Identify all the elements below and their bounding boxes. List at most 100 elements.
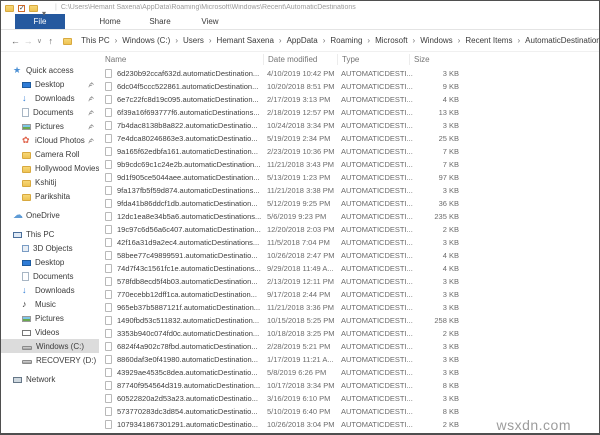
recent-locations-icon[interactable]: ∨ — [35, 37, 45, 45]
table-row[interactable]: 60522820a2d53a23.automaticDestinatio... 3… — [99, 392, 599, 405]
watermark: wsxdn.com — [496, 417, 571, 433]
table-row[interactable]: 74d7f43c1561fc1e.automaticDestinations..… — [99, 262, 599, 275]
column-header-type[interactable]: Type — [337, 54, 413, 65]
file-type: AUTOMATICDESTI... — [341, 134, 413, 143]
sidebar-item-windows-c[interactable]: Windows (C:) — [1, 339, 99, 353]
table-row[interactable]: 43929ae4535c8dea.automaticDestinatio... 5… — [99, 366, 599, 379]
breadcrumb-item[interactable]: Windows (C:) — [119, 36, 173, 45]
sidebar-item-hollywood-movies[interactable]: Hollywood Movies — [1, 161, 99, 175]
tab-view[interactable]: View — [185, 14, 235, 29]
table-row[interactable]: 6d230b92ccaf632d.automaticDestination...… — [99, 67, 599, 80]
breadcrumb-separator-icon[interactable]: › — [113, 36, 120, 45]
sidebar-item-3d-objects[interactable]: 3D Objects — [1, 241, 99, 255]
table-row[interactable]: 6dc04f5ccc522861.automaticDestination...… — [99, 80, 599, 93]
sidebar-item-camera-roll[interactable]: Camera Roll — [1, 147, 99, 161]
tab-home[interactable]: Home — [85, 14, 135, 29]
file-list-pane: Name Date modified Type Size 6d230b92cca… — [99, 52, 599, 433]
new-folder-icon[interactable] — [29, 5, 38, 12]
file-icon — [105, 225, 112, 234]
table-row[interactable]: 770ecebb12dff1ca.automaticDestination...… — [99, 288, 599, 301]
sidebar-item-recovery-d[interactable]: RECOVERY (D:) — [1, 353, 99, 367]
sidebar-item-quick-access[interactable]: Quick access — [1, 63, 99, 77]
sidebar-item-pictures[interactable]: Pictures — [1, 311, 99, 325]
breadcrumb-item[interactable]: AppData — [284, 36, 321, 45]
table-row[interactable]: 9a165f62edbfa161.automaticDestination...… — [99, 145, 599, 158]
breadcrumb-item[interactable]: Microsoft — [372, 36, 410, 45]
table-row[interactable]: 965eb37b5887121f.automaticDestination...… — [99, 301, 599, 314]
properties-icon[interactable] — [18, 4, 25, 12]
table-row[interactable]: 58bee77c49899591.automaticDestinatio... 1… — [99, 249, 599, 262]
table-row[interactable]: 9d1f905ce5044aee.automaticDestination...… — [99, 171, 599, 184]
table-row[interactable]: 6824f4a902c78fbd.automaticDestination...… — [99, 340, 599, 353]
breadcrumb-separator-icon[interactable]: › — [456, 36, 463, 45]
table-row[interactable]: 7b4dac8138b8a822.automaticDestinatio... 1… — [99, 119, 599, 132]
sidebar-item-videos[interactable]: Videos — [1, 325, 99, 339]
file-date-modified: 4/10/2019 10:42 PM — [267, 69, 335, 78]
sidebar-item-pictures[interactable]: Pictures — [1, 119, 99, 133]
back-icon[interactable]: ← — [9, 36, 22, 46]
breadcrumb-item[interactable]: AutomaticDestinations — [522, 36, 599, 45]
breadcrumb-separator-icon[interactable]: › — [207, 36, 214, 45]
breadcrumb-item[interactable]: This PC — [78, 36, 112, 45]
file-date-modified: 1/17/2019 11:21 A... — [267, 355, 334, 364]
breadcrumb-separator-icon[interactable]: › — [277, 36, 284, 45]
breadcrumb-item[interactable]: Users — [180, 36, 207, 45]
file-icon — [105, 407, 112, 416]
sidebar-item-music[interactable]: Music — [1, 297, 99, 311]
breadcrumb-separator-icon[interactable]: › — [173, 36, 180, 45]
sidebar-item-desktop[interactable]: Desktop — [1, 255, 99, 269]
file-icon — [105, 342, 112, 351]
breadcrumb-separator-icon[interactable]: › — [411, 36, 418, 45]
qat-dropdown-icon[interactable] — [42, 3, 51, 12]
file-explorer-window: | C:\Users\Hemant Saxena\AppData\Roaming… — [0, 0, 600, 435]
table-row[interactable]: 578fdb8ecd5f4b03.automaticDestination...… — [99, 275, 599, 288]
document-icon — [22, 271, 29, 281]
sidebar-item-this-pc[interactable]: This PC — [1, 227, 99, 241]
table-row[interactable]: 19c97c6d56a6c407.automaticDestination...… — [99, 223, 599, 236]
table-row[interactable]: 9b9cdc69c1c24e2b.automaticDestination...… — [99, 158, 599, 171]
sidebar-item-network[interactable]: Network — [1, 372, 99, 386]
star-icon — [13, 66, 22, 75]
column-header-date-modified[interactable]: Date modified — [263, 54, 341, 65]
table-row[interactable]: 7e4dca80246863e3.automaticDestinatio... 5… — [99, 132, 599, 145]
up-icon[interactable]: ↑ — [44, 36, 57, 46]
breadcrumb-item[interactable]: Hemant Saxena — [214, 36, 277, 45]
sidebar-item-downloads[interactable]: Downloads — [1, 91, 99, 105]
breadcrumb-separator-icon[interactable]: › — [515, 36, 522, 45]
table-row[interactable]: 1490fbd53c511832.automaticDestination...… — [99, 314, 599, 327]
table-row[interactable]: 6e7c22fc8d19c095.automaticDestination...… — [99, 93, 599, 106]
breadcrumb-item[interactable]: Windows — [417, 36, 455, 45]
table-row[interactable]: 8860daf3e0f41980.automaticDestination...… — [99, 353, 599, 366]
sidebar-item-desktop[interactable]: Desktop — [1, 77, 99, 91]
sidebar-item-documents[interactable]: Documents — [1, 269, 99, 283]
forward-icon[interactable]: → — [22, 36, 35, 46]
tab-file[interactable]: File — [15, 14, 65, 29]
sidebar-item-documents[interactable]: Documents — [1, 105, 99, 119]
list-header: Name Date modified Type Size — [99, 52, 599, 67]
column-header-name[interactable]: Name — [105, 54, 267, 65]
table-row[interactable]: 12dc1ea8e34b5a6.automaticDestinations...… — [99, 210, 599, 223]
table-row[interactable]: 3353b940c074fd0c.automaticDestination...… — [99, 327, 599, 340]
breadcrumb-separator-icon[interactable]: › — [321, 36, 328, 45]
breadcrumb-item[interactable]: Recent Items — [462, 36, 515, 45]
sidebar-item-downloads[interactable]: Downloads — [1, 283, 99, 297]
file-date-modified: 11/21/2018 3:38 PM — [267, 186, 334, 195]
table-row[interactable]: 87740f954564d319.automaticDestination...… — [99, 379, 599, 392]
file-name: 9fa137fb5f59d874.automaticDestinations..… — [117, 186, 260, 195]
sidebar-item-onedrive[interactable]: OneDrive — [1, 208, 99, 222]
breadcrumb-separator-icon[interactable]: › — [365, 36, 372, 45]
file-size: 3 KB — [442, 277, 459, 286]
breadcrumb-item[interactable]: Roaming — [327, 36, 365, 45]
cloud-icon — [13, 211, 22, 220]
tab-share[interactable]: Share — [135, 14, 185, 29]
table-row[interactable]: 9fa137fb5f59d874.automaticDestinations..… — [99, 184, 599, 197]
column-header-size[interactable]: Size — [409, 54, 459, 65]
sidebar-item-parikshita[interactable]: Parikshita — [1, 189, 99, 203]
sidebar-item-icloud-photos[interactable]: iCloud Photos — [1, 133, 99, 147]
sidebar-item-kshitij[interactable]: Kshitij — [1, 175, 99, 189]
table-row[interactable]: 42f16a31d9a2ec4.automaticDestinations...… — [99, 236, 599, 249]
table-row[interactable]: 6f39a16f693777f6.automaticDestinations..… — [99, 106, 599, 119]
table-row[interactable]: 9fda41b86ddcf1db.automaticDestination...… — [99, 197, 599, 210]
file-date-modified: 5/8/2019 6:26 PM — [267, 368, 327, 377]
file-name: 6e7c22fc8d19c095.automaticDestination... — [117, 95, 259, 104]
